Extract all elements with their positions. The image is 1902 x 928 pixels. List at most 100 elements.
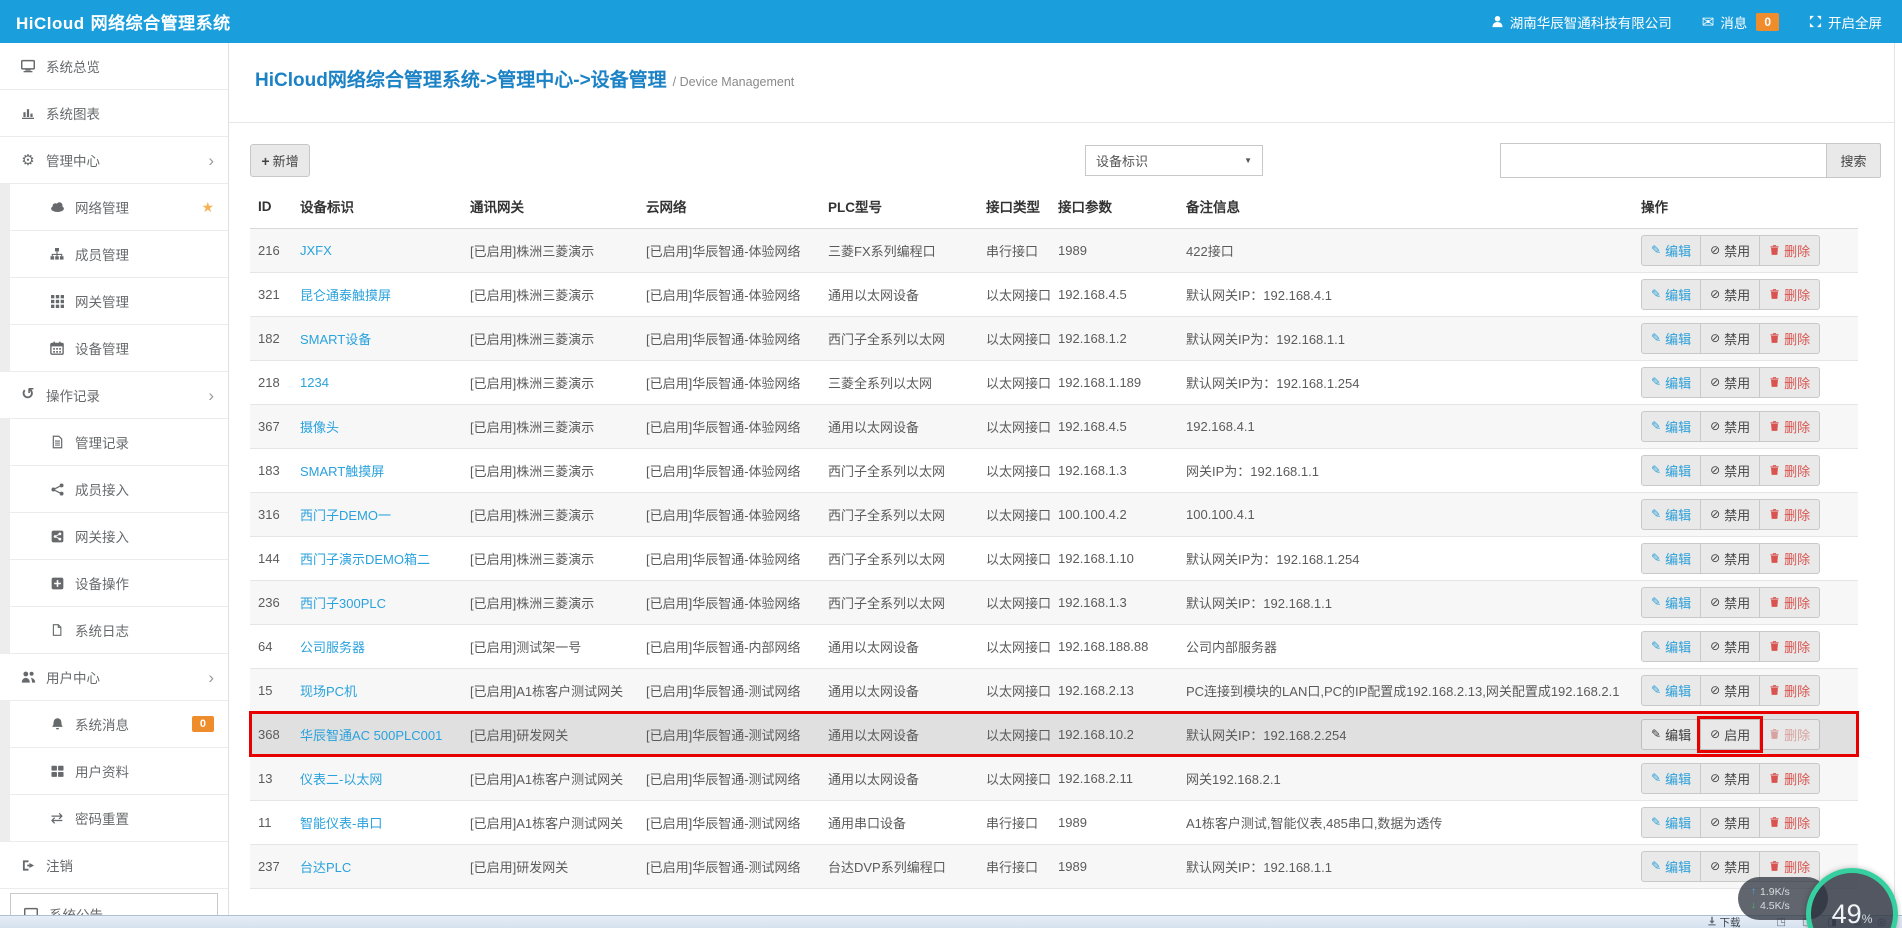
device-name-link[interactable]: 华辰智通AC 500PLC001: [300, 728, 442, 743]
disable-button[interactable]: ⊘禁用: [1700, 851, 1760, 882]
sidebar: 系统总览系统图表⚙管理中心›网络管理★成员管理网关管理设备管理↺操作记录›管理记…: [0, 43, 229, 928]
enable-button[interactable]: ⊘启用: [1700, 719, 1760, 750]
messages-button[interactable]: ✉ 消息 0: [1702, 12, 1779, 32]
edit-button[interactable]: ✎编辑: [1641, 807, 1701, 838]
disable-button[interactable]: ⊘禁用: [1700, 323, 1760, 354]
disable-button[interactable]: ⊘禁用: [1700, 543, 1760, 574]
device-name-link[interactable]: 仪表二-以太网: [300, 772, 382, 787]
search-button[interactable]: 搜索: [1826, 143, 1881, 178]
disable-button[interactable]: ⊘禁用: [1700, 279, 1760, 310]
upload-speed-value: 1.9K/s: [1760, 886, 1790, 898]
device-interface-param: 192.168.1.10: [1058, 551, 1134, 566]
device-name-link[interactable]: SMART触摸屏: [300, 464, 384, 479]
disable-button[interactable]: ⊘禁用: [1700, 675, 1760, 706]
sidebar-item[interactable]: 网络管理★: [0, 184, 228, 231]
edit-button[interactable]: ✎编辑: [1641, 719, 1701, 750]
star-icon: ★: [201, 199, 214, 216]
device-name-link[interactable]: JXFX: [300, 243, 332, 258]
edit-button[interactable]: ✎编辑: [1641, 499, 1701, 530]
edit-button[interactable]: ✎编辑: [1641, 279, 1701, 310]
edit-button[interactable]: ✎编辑: [1641, 455, 1701, 486]
sidebar-item[interactable]: 成员管理: [0, 231, 228, 278]
disable-button[interactable]: ⊘禁用: [1700, 455, 1760, 486]
device-interface-type: 以太网接口: [986, 552, 1051, 567]
delete-button[interactable]: 删除: [1759, 235, 1820, 266]
delete-button[interactable]: 删除: [1759, 631, 1820, 662]
sidebar-item[interactable]: ⇄密码重置: [0, 795, 228, 842]
upload-arrow-icon: ↑: [1751, 886, 1756, 897]
edit-button[interactable]: ✎编辑: [1641, 411, 1701, 442]
sidebar-item[interactable]: 设备操作: [0, 560, 228, 607]
add-button[interactable]: +新增: [250, 144, 310, 177]
edit-button[interactable]: ✎编辑: [1641, 851, 1701, 882]
disable-button[interactable]: ⊘禁用: [1700, 367, 1760, 398]
delete-button[interactable]: 删除: [1759, 455, 1820, 486]
edit-button[interactable]: ✎编辑: [1641, 367, 1701, 398]
delete-button[interactable]: 删除: [1759, 367, 1820, 398]
table-body: 216JXFX[已启用]株洲三菱演示[已启用]华辰智通-体验网络三菱FX系列编程…: [250, 228, 1858, 888]
sidebar-item[interactable]: 管理记录: [0, 419, 228, 466]
device-id: 13: [258, 771, 272, 786]
device-name-link[interactable]: SMART设备: [300, 332, 371, 347]
device-note: 默认网关IP为：192.168.1.254: [1186, 552, 1359, 567]
delete-button[interactable]: 删除: [1759, 719, 1820, 750]
delete-button[interactable]: 删除: [1759, 807, 1820, 838]
sidebar-item[interactable]: 设备管理: [0, 325, 228, 372]
delete-button[interactable]: 删除: [1759, 675, 1820, 706]
device-name-link[interactable]: 西门子演示DEMO箱二: [300, 552, 430, 567]
device-table: ID设备标识通讯网关云网络PLC型号接口类型接口参数备注信息操作 216JXFX…: [250, 185, 1858, 889]
filter-select[interactable]: 设备标识 ▼: [1085, 145, 1263, 176]
sidebar-item[interactable]: 系统总览: [0, 43, 228, 90]
device-name-link[interactable]: 台达PLC: [300, 860, 351, 875]
disable-button[interactable]: ⊘禁用: [1700, 763, 1760, 794]
sidebar-item[interactable]: 网关管理: [0, 278, 228, 325]
device-name-link[interactable]: 公司服务器: [300, 640, 365, 655]
disable-button[interactable]: ⊘禁用: [1700, 631, 1760, 662]
sidebar-item[interactable]: 系统图表: [0, 90, 228, 137]
device-cloud-network: [已启用]华辰智通-测试网络: [646, 772, 801, 787]
delete-button[interactable]: 删除: [1759, 499, 1820, 530]
delete-button[interactable]: 删除: [1759, 587, 1820, 618]
delete-button[interactable]: 删除: [1759, 763, 1820, 794]
disable-button[interactable]: ⊘禁用: [1700, 499, 1760, 530]
device-name-link[interactable]: 西门子300PLC: [300, 596, 386, 611]
edit-button[interactable]: ✎编辑: [1641, 587, 1701, 618]
device-note: 默认网关IP：192.168.1.1: [1186, 860, 1332, 875]
percent-value: 49: [1832, 899, 1862, 928]
device-name-link[interactable]: 摄像头: [300, 420, 339, 435]
page-heading: HiCloud网络综合管理系统->管理中心->设备管理/ Device Mana…: [229, 43, 1894, 123]
edit-button[interactable]: ✎编辑: [1641, 675, 1701, 706]
edit-button[interactable]: ✎编辑: [1641, 235, 1701, 266]
sidebar-item[interactable]: ↺操作记录›: [0, 372, 228, 419]
disable-button[interactable]: ⊘禁用: [1700, 587, 1760, 618]
sidebar-item[interactable]: 用户资料: [0, 748, 228, 795]
device-name-link[interactable]: 1234: [300, 375, 329, 390]
edit-button[interactable]: ✎编辑: [1641, 763, 1701, 794]
disable-button[interactable]: ⊘禁用: [1700, 411, 1760, 442]
delete-button[interactable]: 删除: [1759, 323, 1820, 354]
sidebar-item[interactable]: 网关接入: [0, 513, 228, 560]
fullscreen-button[interactable]: 开启全屏: [1809, 12, 1882, 32]
sidebar-item[interactable]: ⚙管理中心›: [0, 137, 228, 184]
disable-button[interactable]: ⊘禁用: [1700, 807, 1760, 838]
delete-button[interactable]: 删除: [1759, 543, 1820, 574]
sidebar-item[interactable]: 成员接入: [0, 466, 228, 513]
edit-button[interactable]: ✎编辑: [1641, 631, 1701, 662]
device-name-link[interactable]: 现场PC机: [300, 684, 357, 699]
sidebar-item[interactable]: 用户中心›: [0, 654, 228, 701]
delete-button[interactable]: 删除: [1759, 279, 1820, 310]
account-menu[interactable]: 湖南华辰智通科技有限公司: [1491, 12, 1672, 32]
device-name-link[interactable]: 昆仑通泰触摸屏: [300, 288, 391, 303]
edit-button[interactable]: ✎编辑: [1641, 323, 1701, 354]
sidebar-item[interactable]: 注销: [0, 842, 228, 889]
device-name-link[interactable]: 西门子DEMO一: [300, 508, 391, 523]
sidebar-item[interactable]: 系统日志: [0, 607, 228, 654]
edit-button[interactable]: ✎编辑: [1641, 543, 1701, 574]
sidebar-item[interactable]: 系统消息0: [0, 701, 228, 748]
device-name-link[interactable]: 智能仪表-串口: [300, 816, 382, 831]
search-input[interactable]: [1500, 143, 1827, 178]
disable-button[interactable]: ⊘禁用: [1700, 235, 1760, 266]
device-id: 316: [258, 507, 280, 522]
delete-button[interactable]: 删除: [1759, 411, 1820, 442]
browser-download-item[interactable]: 下载: [1707, 915, 1741, 928]
